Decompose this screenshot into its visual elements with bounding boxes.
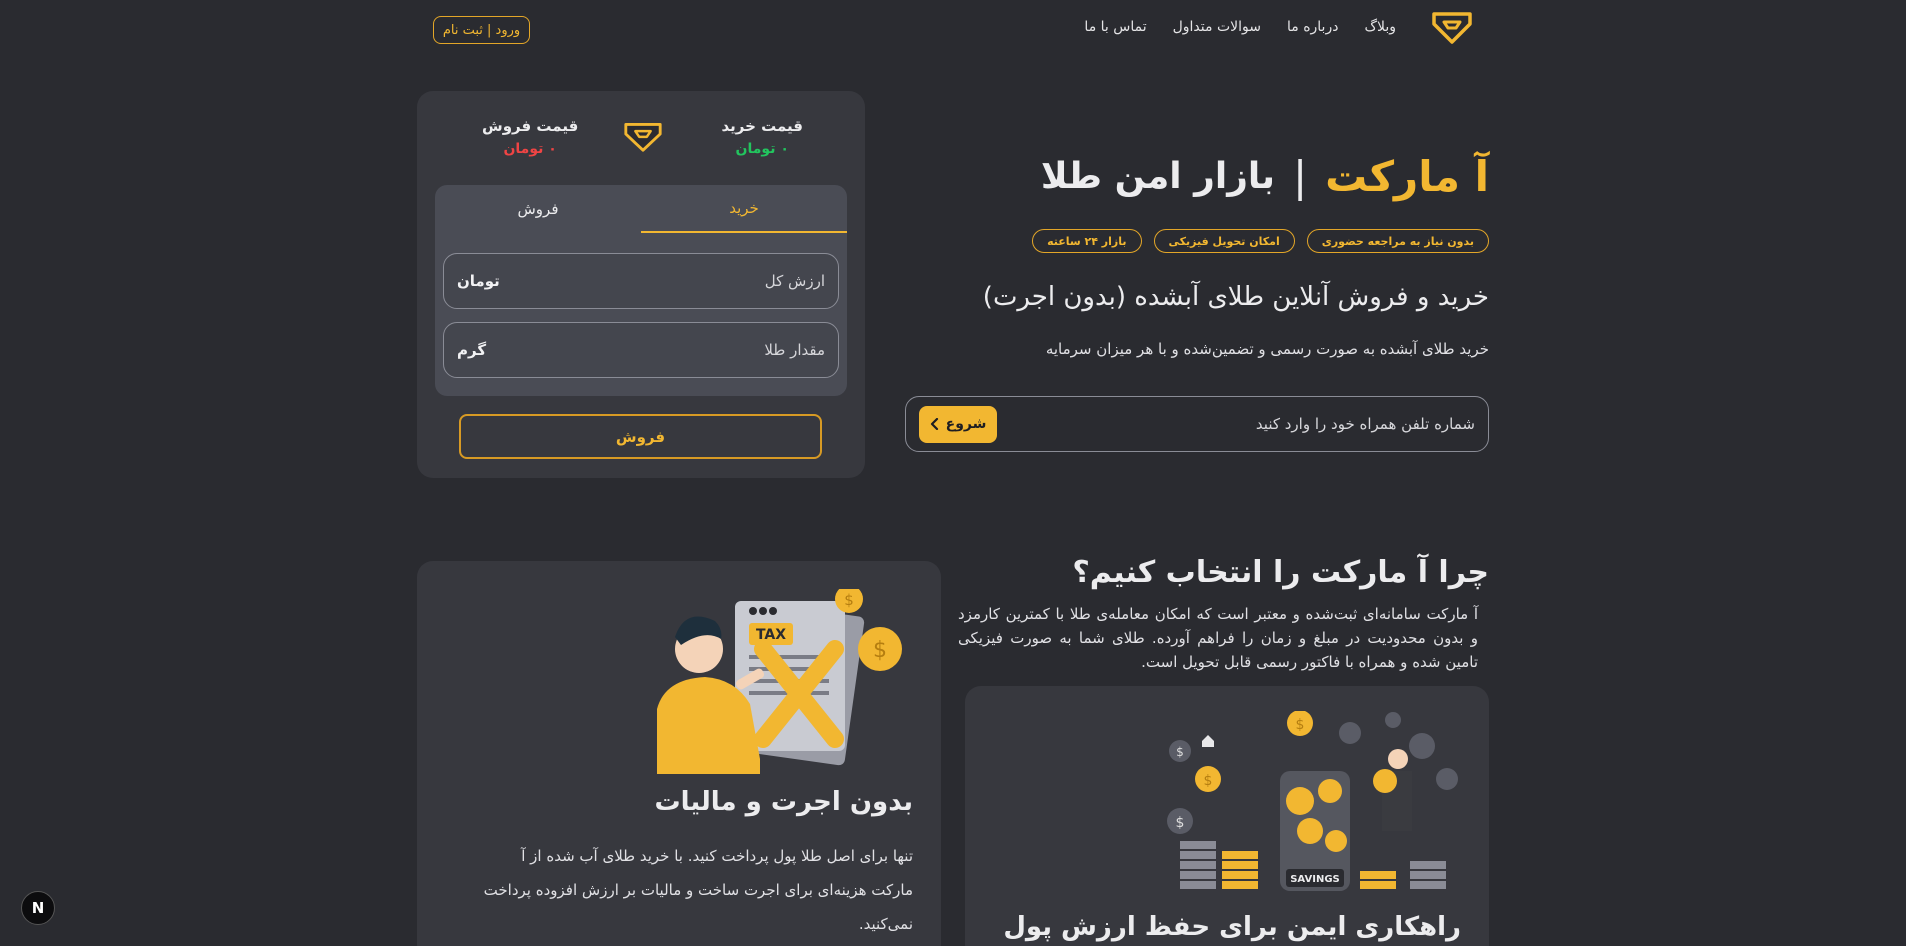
- slogan: بازار امن طلا: [1040, 156, 1275, 197]
- chevron-left-icon: [930, 418, 938, 430]
- sell-submit-button[interactable]: فروش: [459, 414, 822, 459]
- trade-tabs: خرید فروش: [435, 185, 847, 233]
- badge-physical-delivery: امکان تحویل فیزیکی: [1153, 229, 1295, 253]
- tax-illustration: TAX $ $: [657, 589, 902, 774]
- why-text: آ مارکت سامانه‌ای ثبت‌شده و معتبر است که…: [958, 605, 1478, 671]
- sell-price-label: قیمت فروش: [482, 117, 579, 135]
- gold-amount-input[interactable]: مقدار طلا گرم: [443, 322, 839, 378]
- phone-placeholder: شماره تلفن همراه خود را وارد کنید: [1255, 415, 1475, 433]
- badge-no-visit: بدون نیاز به مراجعه حضوری: [1306, 229, 1489, 253]
- home-icon: [1202, 735, 1214, 747]
- svg-text:$: $: [873, 638, 887, 663]
- nav-blog[interactable]: وبلاگ: [1364, 19, 1396, 35]
- phone-input[interactable]: شماره تلفن همراه خود را وارد کنید شروع: [905, 396, 1489, 452]
- brand-name: آ مارکت: [1325, 152, 1489, 201]
- buy-price: قیمت خرید ۰ تومان: [721, 117, 803, 157]
- total-value-placeholder: ارزش کل: [764, 272, 825, 290]
- gold-amount-unit: گرم: [457, 341, 487, 359]
- svg-text:$: $: [844, 591, 854, 609]
- title-separator: |: [1292, 152, 1308, 201]
- nav-about[interactable]: درباره ما: [1287, 19, 1338, 35]
- trade-card: قیمت خرید ۰ تومان قیمت فروش ۰ تومان خرید…: [417, 91, 865, 478]
- nav-faq[interactable]: سوالات متداول: [1173, 19, 1261, 35]
- badge-24h-market: بازار ۲۴ ساعته: [1032, 229, 1142, 253]
- why-title: چرا آ مارکت را انتخاب کنیم؟: [1072, 555, 1489, 590]
- hero-subtitle: خرید و فروش آنلاین طلای آبشده (بدون اجرت…: [982, 282, 1489, 312]
- start-button[interactable]: شروع: [919, 405, 997, 443]
- svg-text:$: $: [1296, 717, 1305, 733]
- sell-price-value: ۰ تومان: [503, 141, 557, 157]
- feature-card-safe-savings: $ $ $ $ SAVINGS راهکاری ایمن برای حفظ ار…: [965, 686, 1489, 946]
- brand-logo-icon[interactable]: [1430, 6, 1474, 46]
- sell-price: قیمت فروش ۰ تومان: [482, 117, 578, 157]
- no-fee-title: بدون اجرت و مالیات: [654, 787, 913, 817]
- savings-label: SAVINGS: [1290, 874, 1340, 885]
- svg-text:$: $: [1176, 745, 1184, 759]
- total-value-input[interactable]: ارزش کل تومان: [443, 253, 839, 309]
- main-nav: وبلاگ درباره ما سوالات متداول تماس با ما: [1084, 19, 1396, 35]
- hero-description: خرید طلای آبشده به صورت رسمی و تضمین‌شده…: [1045, 340, 1489, 358]
- dev-tools-badge[interactable]: N: [21, 891, 55, 925]
- safe-savings-title: راهکاری ایمن برای حفظ ارزش پول: [1003, 912, 1461, 942]
- start-label: شروع: [945, 416, 987, 432]
- svg-text:$: $: [1204, 773, 1213, 789]
- tab-buy[interactable]: خرید: [641, 185, 847, 233]
- hero-title: آ مارکت | بازار امن طلا: [1041, 152, 1489, 201]
- buy-price-label: قیمت خرید: [721, 117, 803, 135]
- feature-badges: بدون نیاز به مراجعه حضوری امکان تحویل فی…: [1032, 229, 1489, 253]
- login-register-button[interactable]: ورود | ثبت نام: [433, 16, 530, 44]
- savings-illustration: $ $ $ $ SAVINGS: [1167, 711, 1458, 891]
- feature-card-no-fee: TAX $ $ بدون اجرت و مالیات تنها برای اصل…: [417, 561, 941, 946]
- trade-form: خرید فروش ارزش کل تومان مقدار طلا گرم: [435, 185, 847, 396]
- gold-amount-placeholder: مقدار طلا: [764, 341, 825, 359]
- nav-contact[interactable]: تماس با ما: [1084, 19, 1146, 35]
- no-fee-text: تنها برای اصل طلا پول پرداخت کنید. با خر…: [483, 847, 913, 933]
- tab-sell[interactable]: فروش: [435, 185, 641, 233]
- total-value-unit: تومان: [457, 272, 500, 290]
- gem-logo-icon: [624, 123, 662, 152]
- svg-text:$: $: [1176, 815, 1185, 831]
- buy-price-value: ۰ تومان: [735, 141, 789, 157]
